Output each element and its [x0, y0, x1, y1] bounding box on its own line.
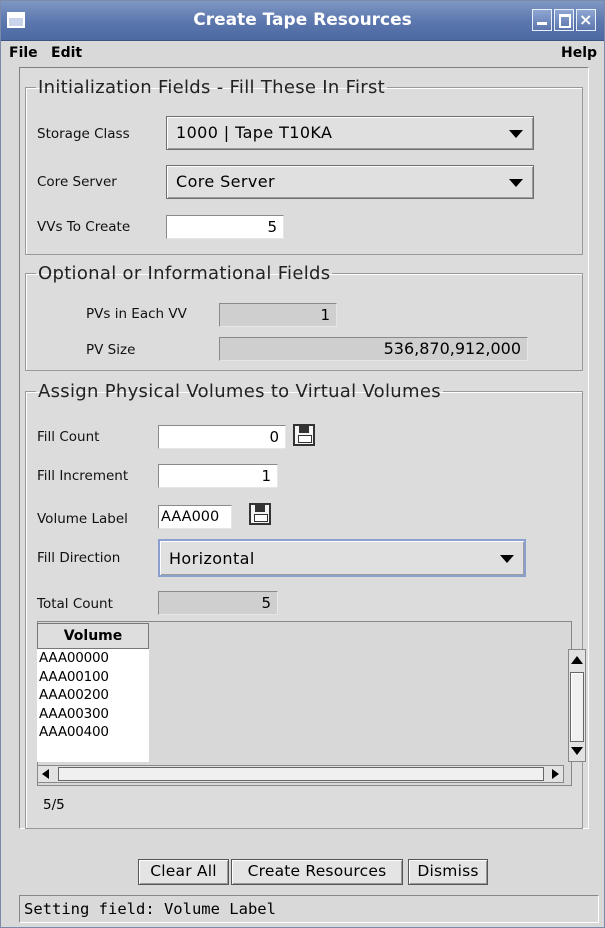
volume-list: AAA00000 AAA00100 AAA00200 AAA00300 AAA0…: [37, 649, 149, 762]
menu-bar: File Edit Help: [1, 41, 604, 67]
create-resources-button[interactable]: Create Resources: [231, 859, 403, 885]
dismiss-button[interactable]: Dismiss: [408, 859, 488, 885]
table-row[interactable]: AAA00100: [37, 668, 149, 687]
table-row[interactable]: AAA00000: [37, 649, 149, 668]
pv-size-field: 536,870,912,000: [219, 337, 528, 361]
create-tape-resources-window: Create Tape Resources × File Edit Help I…: [0, 0, 605, 928]
optional-legend: Optional or Informational Fields: [38, 263, 331, 284]
fill-increment-field[interactable]: 1: [158, 464, 278, 488]
chevron-down-icon: [500, 555, 514, 563]
table-row[interactable]: AAA00300: [37, 705, 149, 724]
total-count-label: Total Count: [37, 596, 113, 612]
volume-label-field[interactable]: AAA000: [158, 505, 232, 529]
scroll-down-icon[interactable]: [571, 747, 583, 755]
storage-class-select[interactable]: 1000 | Tape T10KA: [166, 116, 534, 150]
core-server-select[interactable]: Core Server: [166, 165, 534, 199]
scroll-right-icon[interactable]: [552, 769, 559, 779]
core-server-value: Core Server: [176, 172, 275, 191]
status-bar: Setting field: Volume Label: [19, 895, 599, 923]
storage-class-value: 1000 | Tape T10KA: [176, 123, 333, 142]
fill-direction-value: Horizontal: [169, 549, 255, 568]
minimize-button[interactable]: [532, 9, 552, 31]
clear-all-button[interactable]: Clear All: [138, 859, 229, 885]
fill-direction-label: Fill Direction: [37, 550, 121, 566]
fill-count-save-icon[interactable]: [293, 424, 315, 446]
core-server-label: Core Server: [37, 174, 117, 190]
chevron-down-icon: [509, 179, 523, 187]
vertical-scroll-thumb[interactable]: [570, 672, 584, 742]
scroll-up-icon[interactable]: [571, 656, 583, 664]
scroll-left-icon[interactable]: [42, 769, 49, 779]
menu-file[interactable]: File: [9, 45, 38, 61]
title-bar[interactable]: Create Tape Resources ×: [1, 1, 604, 41]
pvs-in-each-vv-field: 1: [219, 303, 337, 327]
row-counter: 5/5: [43, 797, 65, 813]
initialization-legend: Initialization Fields - Fill These In Fi…: [38, 77, 385, 98]
fill-direction-select[interactable]: Horizontal: [158, 539, 526, 577]
maximize-button[interactable]: [554, 9, 574, 31]
menu-help[interactable]: Help: [561, 45, 597, 61]
assign-legend: Assign Physical Volumes to Virtual Volum…: [38, 381, 441, 402]
window-title: Create Tape Resources: [193, 10, 412, 30]
horizontal-scroll-thumb[interactable]: [58, 767, 544, 781]
pv-size-label: PV Size: [86, 342, 136, 358]
vertical-scrollbar[interactable]: [568, 649, 586, 762]
volume-label-label: Volume Label: [37, 511, 128, 527]
total-count-field: 5: [158, 591, 278, 615]
pvs-in-each-vv-label: PVs in Each VV: [86, 306, 187, 322]
chevron-down-icon: [509, 130, 523, 138]
table-row[interactable]: AAA00200: [37, 686, 149, 705]
menu-edit[interactable]: Edit: [51, 45, 82, 61]
close-button[interactable]: ×: [576, 9, 596, 31]
vvs-to-create-label: VVs To Create: [37, 219, 131, 235]
storage-class-label: Storage Class: [37, 126, 130, 142]
vvs-to-create-field[interactable]: 5: [166, 215, 284, 239]
horizontal-scrollbar[interactable]: [37, 765, 564, 783]
table-row[interactable]: AAA00400: [37, 723, 149, 742]
fill-count-field[interactable]: 0: [158, 425, 286, 449]
volume-label-save-icon[interactable]: [249, 503, 271, 525]
close-icon: ×: [579, 10, 593, 29]
volume-column-header[interactable]: Volume: [37, 623, 149, 649]
fill-increment-label: Fill Increment: [37, 468, 129, 484]
fill-count-label: Fill Count: [37, 429, 100, 445]
